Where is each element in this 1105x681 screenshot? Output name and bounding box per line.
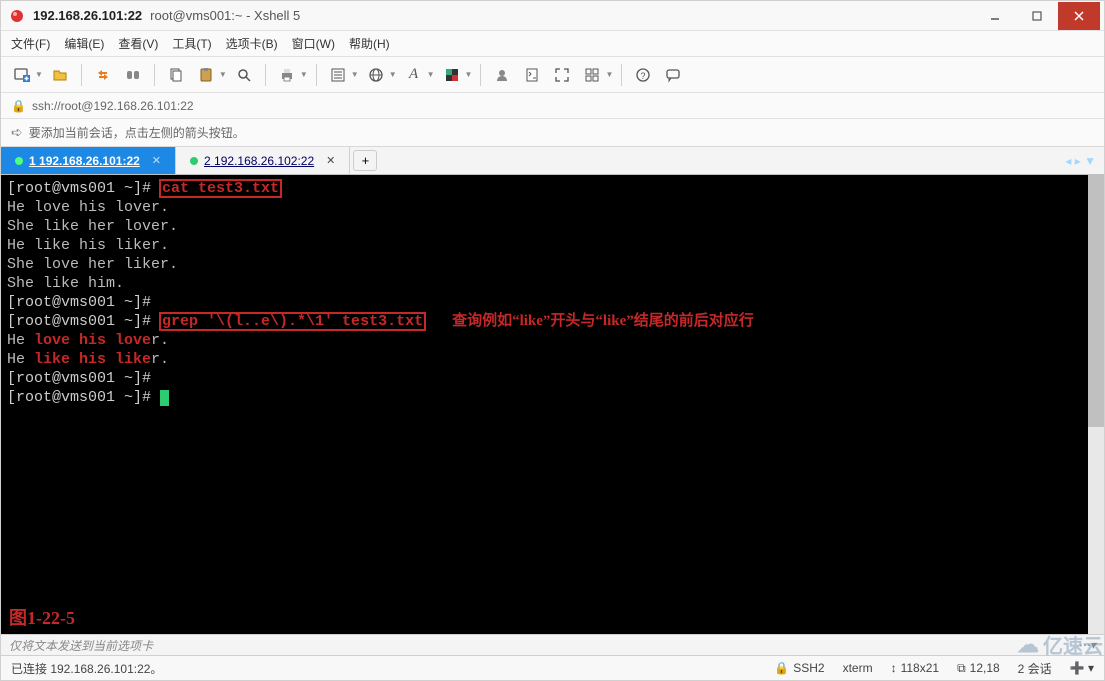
status-size: ↕ 118x21 xyxy=(891,661,939,675)
terminal-output: He love his lover. xyxy=(7,331,1098,350)
minimize-button[interactable] xyxy=(974,2,1016,30)
statusbar: 已连接 192.168.26.101:22。 🔒 SSH2 xterm ↕ 11… xyxy=(1,656,1104,680)
web-icon[interactable] xyxy=(363,62,389,88)
maximize-button[interactable] xyxy=(1016,2,1058,30)
terminal-cursor xyxy=(160,390,169,406)
menu-tools[interactable]: 工具(T) xyxy=(172,35,211,52)
status-connection: 已连接 192.168.26.101:22。 xyxy=(11,660,756,677)
terminal[interactable]: [root@vms001 ~]# cat test3.txt He love h… xyxy=(1,175,1104,634)
status-sessions: 2 会话 xyxy=(1018,660,1052,677)
status-dot-icon xyxy=(15,157,23,165)
user-icon[interactable] xyxy=(489,62,515,88)
annotation-text: 查询例如“like”开头与“like”结尾的前后对应行 xyxy=(452,313,754,329)
status-position: ⧉ 12,18 xyxy=(957,661,1000,676)
menu-view[interactable]: 查看(V) xyxy=(118,35,158,52)
add-tab-button[interactable]: + xyxy=(353,150,377,171)
menu-tab[interactable]: 选项卡(B) xyxy=(226,35,278,52)
terminal-output: He like his liker. xyxy=(7,350,1098,369)
fullscreen-icon[interactable] xyxy=(549,62,575,88)
dropdown-icon[interactable]: ▼ xyxy=(389,70,397,79)
print-icon[interactable] xyxy=(274,62,300,88)
tile-icon[interactable] xyxy=(579,62,605,88)
highlighted-command-1: cat test3.txt xyxy=(160,180,281,197)
paste-icon[interactable] xyxy=(193,62,219,88)
status-term: xterm xyxy=(843,661,873,675)
tab-close-icon[interactable]: ✕ xyxy=(326,154,335,167)
disconnect-icon[interactable] xyxy=(120,62,146,88)
hint-bar: ➪ 要添加当前会话，点击左侧的箭头按钮。 xyxy=(1,119,1104,147)
dropdown-icon[interactable]: ▼ xyxy=(351,70,359,79)
send-hint-text: 仅将文本发送到当前选项卡 xyxy=(9,637,153,654)
toolbar: ▼ ▼ ▼ ▼ ▼ A ▼ ▼ ▼ ? xyxy=(1,57,1104,93)
reconnect-icon[interactable] xyxy=(90,62,116,88)
dropdown-icon[interactable]: ▼ xyxy=(35,70,43,79)
copy-icon[interactable] xyxy=(163,62,189,88)
tab-close-icon[interactable]: ✕ xyxy=(152,154,161,167)
menu-help[interactable]: 帮助(H) xyxy=(349,35,390,52)
script-icon[interactable] xyxy=(519,62,545,88)
status-dot-icon xyxy=(190,157,198,165)
chat-icon[interactable] xyxy=(660,62,686,88)
add-arrow-icon[interactable]: ➪ xyxy=(11,124,23,141)
new-session-icon[interactable] xyxy=(9,62,35,88)
session-tab-2[interactable]: 2 192.168.26.102:22 ✕ xyxy=(176,147,350,174)
font-icon[interactable]: A xyxy=(401,62,427,88)
tabstrip: 1 192.168.26.101:22 ✕ 2 192.168.26.102:2… xyxy=(1,147,1104,175)
menu-window[interactable]: 窗口(W) xyxy=(292,35,335,52)
lock-icon: 🔒 xyxy=(11,99,26,113)
terminal-output: She like her lover. xyxy=(7,217,1098,236)
highlighted-command-2: grep '\(l..e\).*\1' test3.txt xyxy=(160,313,425,330)
terminal-output: She like him. xyxy=(7,274,1098,293)
svg-text:?: ? xyxy=(641,71,646,81)
find-icon[interactable] xyxy=(231,62,257,88)
app-icon xyxy=(9,8,25,24)
title-rest: root@vms001:~ - Xshell 5 xyxy=(150,8,300,23)
terminal-output: He like his liker. xyxy=(7,236,1098,255)
dropdown-icon[interactable]: ▼ xyxy=(300,70,308,79)
dropdown-icon[interactable]: ▼ xyxy=(219,70,227,79)
open-icon[interactable] xyxy=(47,62,73,88)
terminal-scrollbar[interactable] xyxy=(1088,175,1104,634)
close-button[interactable] xyxy=(1058,2,1100,30)
menu-file[interactable]: 文件(F) xyxy=(11,35,50,52)
hint-text: 要添加当前会话，点击左侧的箭头按钮。 xyxy=(29,124,245,141)
color-icon[interactable] xyxy=(439,62,465,88)
tab-nav-icons[interactable]: ◂ ▸ ▼ xyxy=(1057,147,1104,174)
menubar: 文件(F) 编辑(E) 查看(V) 工具(T) 选项卡(B) 窗口(W) 帮助(… xyxy=(1,31,1104,57)
address-text: ssh://root@192.168.26.101:22 xyxy=(32,99,194,113)
terminal-output: She love her liker. xyxy=(7,255,1098,274)
figure-label: 图1-22-5 xyxy=(9,609,75,628)
send-input-bar[interactable]: 仅将文本发送到当前选项卡 ⋯▾ xyxy=(1,634,1104,656)
dropdown-icon[interactable]: ▼ xyxy=(605,70,613,79)
titlebar: 192.168.26.101:22 root@vms001:~ - Xshell… xyxy=(1,1,1104,31)
help-icon[interactable]: ? xyxy=(630,62,656,88)
dropdown-icon[interactable]: ▼ xyxy=(465,70,473,79)
status-plus-icon[interactable]: ➕ ▾ xyxy=(1070,661,1094,675)
dropdown-icon[interactable]: ▼ xyxy=(427,70,435,79)
session-tab-1[interactable]: 1 192.168.26.101:22 ✕ xyxy=(1,147,176,174)
terminal-output: He love his lover. xyxy=(7,198,1098,217)
status-protocol: 🔒 SSH2 xyxy=(774,661,824,675)
properties-icon[interactable] xyxy=(325,62,351,88)
menu-edit[interactable]: 编辑(E) xyxy=(64,35,104,52)
send-options-icon[interactable]: ⋯▾ xyxy=(1078,638,1096,652)
title-ip: 192.168.26.101:22 xyxy=(33,8,142,23)
address-bar[interactable]: 🔒 ssh://root@192.168.26.101:22 xyxy=(1,93,1104,119)
